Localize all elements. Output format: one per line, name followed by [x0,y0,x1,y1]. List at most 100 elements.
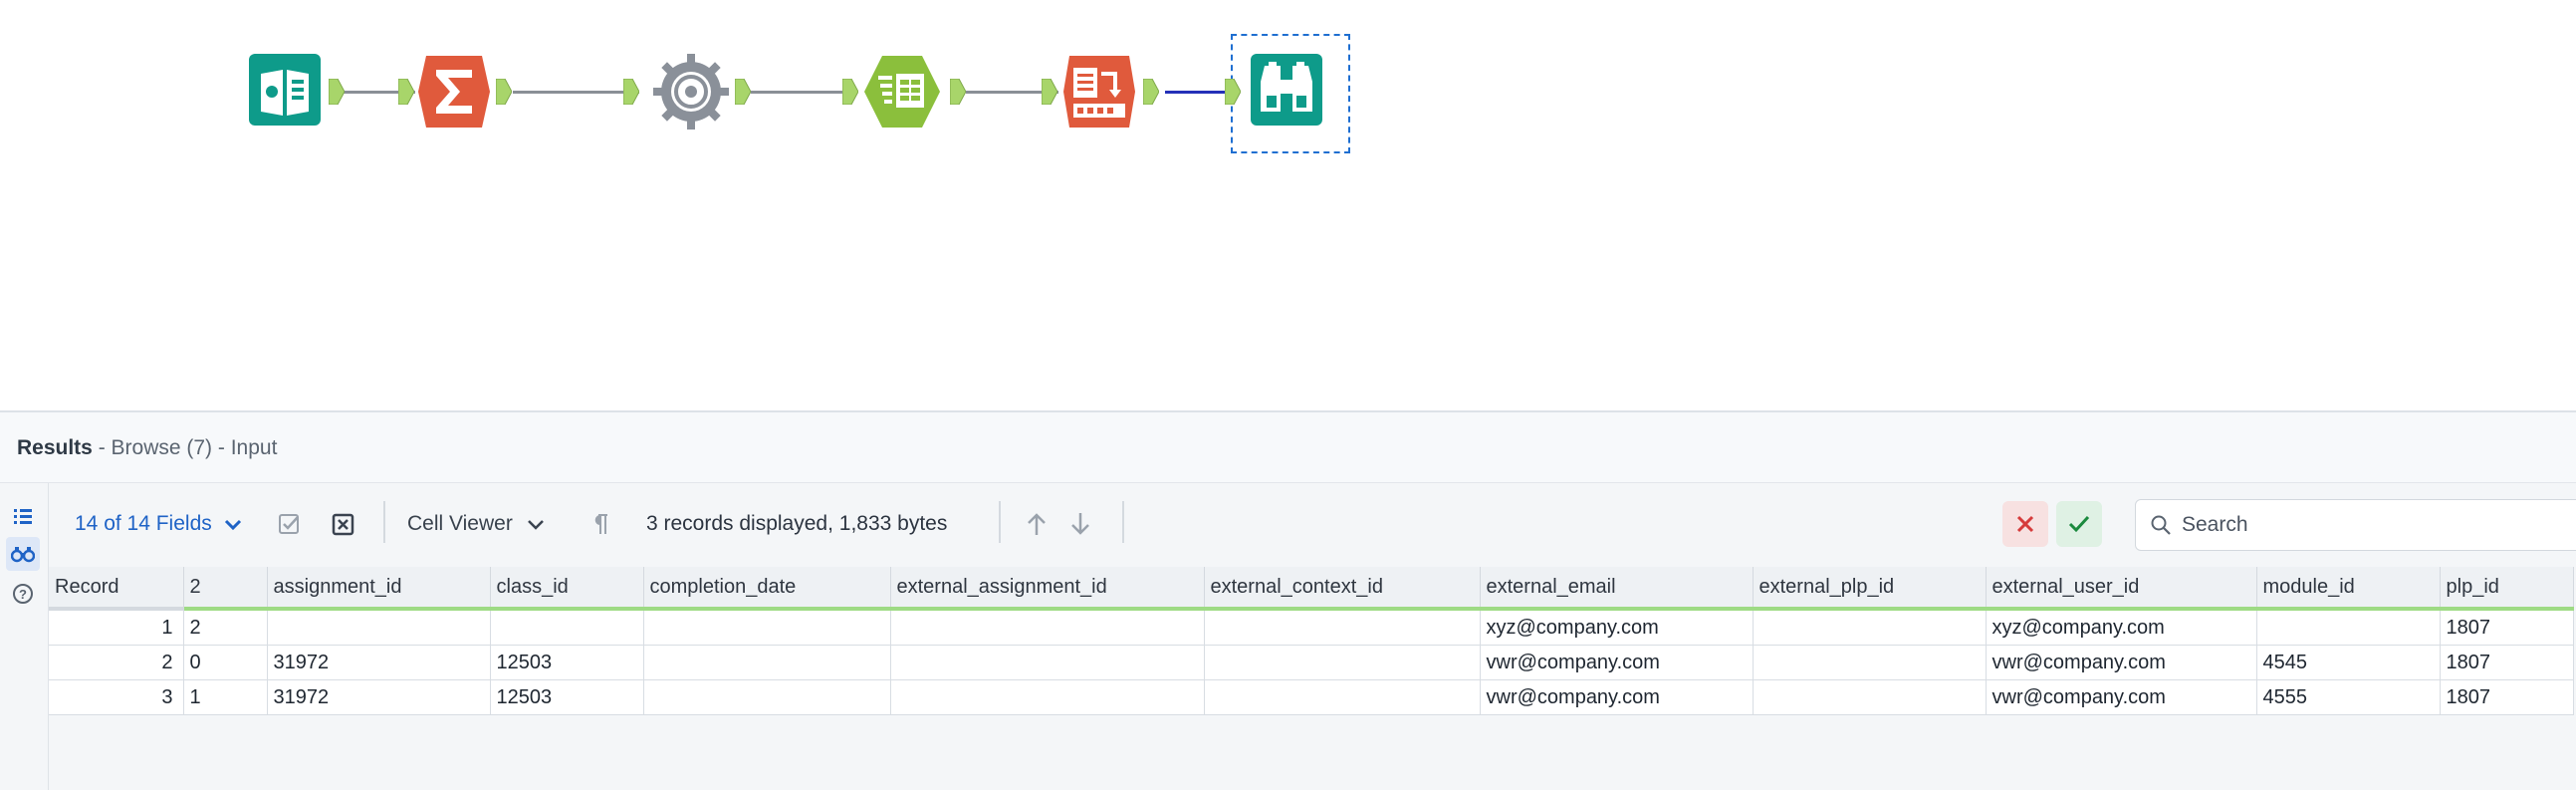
search-icon [2151,515,2171,535]
table-row[interactable]: 1 2 xyz@company.com xyz@company.com 1807 [49,609,2574,646]
table-cell[interactable] [2256,609,2441,646]
sigma-icon [418,56,490,128]
results-subtitle: - Browse (7) - Input [92,436,278,459]
connection-2[interactable] [513,91,639,94]
table-cell[interactable]: vwr@company.com [1480,679,1754,715]
column-header[interactable]: external_context_id [1204,567,1481,611]
input-anchor-2[interactable] [398,79,414,105]
table-cell[interactable] [1204,645,1481,680]
table-cell[interactable] [643,679,891,715]
column-header[interactable]: completion_date [643,567,891,611]
table-cell[interactable]: vwr@company.com [1986,645,2257,680]
fields-dropdown[interactable]: 14 of 14 Fields [75,505,244,543]
table-cell[interactable] [890,609,1205,646]
table-cell[interactable]: xyz@company.com [1480,609,1754,646]
connection-3[interactable] [751,91,855,94]
table-cell[interactable]: 1807 [2440,645,2574,680]
table-cell[interactable]: 12503 [490,679,644,715]
input-anchor-5[interactable] [1042,79,1057,105]
list-view-button[interactable] [6,499,40,533]
column-header[interactable]: external_email [1480,567,1754,611]
deselect-all-button[interactable] [332,505,355,543]
column-header[interactable]: 2 [183,567,268,611]
transpose-tool[interactable] [1059,52,1139,132]
table-cell[interactable] [1753,645,1987,680]
record-number-cell[interactable]: 3 [49,679,184,715]
table-row[interactable]: 3 1 31972 12503 vwr@company.com vwr@comp… [49,679,2574,715]
table-cell[interactable] [1204,609,1481,646]
column-header[interactable]: external_plp_id [1753,567,1987,611]
reject-button[interactable] [2002,501,2048,547]
search-box[interactable] [2135,499,2576,551]
gear-icon [653,54,729,130]
summarize-tool[interactable] [414,52,494,132]
output-anchor-2[interactable] [496,79,512,105]
generate-tool[interactable] [651,52,731,132]
record-number-cell[interactable]: 1 [49,609,184,646]
column-header[interactable]: module_id [2256,567,2441,611]
table-cell[interactable] [490,609,644,646]
column-header[interactable]: Record [49,567,184,611]
column-header[interactable]: class_id [490,567,644,611]
table-cell[interactable] [890,679,1205,715]
table-cell[interactable]: vwr@company.com [1480,645,1754,680]
table-cell[interactable]: 31972 [267,645,491,680]
table-row[interactable]: 2 0 31972 12503 vwr@company.com vwr@comp… [49,645,2574,680]
search-input[interactable] [2180,512,2562,538]
table-cell[interactable] [890,645,1205,680]
table-cell[interactable] [1204,679,1481,715]
chevron-down-icon [224,519,241,531]
record-number-cell[interactable]: 2 [49,645,184,680]
table-cell[interactable]: 0 [183,645,268,680]
output-anchor-5[interactable] [1143,79,1159,105]
book-icon [249,54,321,126]
table-cell[interactable]: 1807 [2440,609,2574,646]
output-anchor-1[interactable] [329,79,345,105]
table-cell[interactable] [643,609,891,646]
browse-tool[interactable] [1249,52,1328,132]
output-anchor-3[interactable] [735,79,751,105]
input-anchor-4[interactable] [842,79,858,105]
results-title: Results - Browse (7) - Input [17,436,277,460]
column-header[interactable]: external_assignment_id [890,567,1205,611]
column-header[interactable]: assignment_id [267,567,491,611]
list-icon [14,509,32,524]
pilcrow-button[interactable] [590,505,610,543]
table-cell[interactable]: vwr@company.com [1986,679,2257,715]
connection-5-selected[interactable] [1165,91,1227,94]
toolbar-divider [1122,501,1124,543]
table-cell[interactable]: 12503 [490,645,644,680]
help-button[interactable]: ? [6,577,40,611]
arrow-up-icon [1028,513,1046,535]
workflow-canvas[interactable] [0,0,2576,410]
scroll-down-button[interactable] [1068,505,1092,543]
table-cell[interactable]: 4555 [2256,679,2441,715]
output-anchor-4[interactable] [950,79,966,105]
table-cell[interactable]: xyz@company.com [1986,609,2257,646]
fields-label: 14 of 14 Fields [75,512,212,535]
table-cell[interactable]: 1 [183,679,268,715]
input-anchor-6[interactable] [1225,79,1241,105]
table-cell[interactable] [267,609,491,646]
data-table: Record 2 assignment_id class_id completi… [49,567,2574,715]
table-cell[interactable] [1753,679,1987,715]
help-icon: ? [13,584,33,604]
table-cell[interactable]: 4545 [2256,645,2441,680]
table-cell[interactable] [643,645,891,680]
column-header[interactable]: external_user_id [1986,567,2257,611]
table-cell[interactable]: 2 [183,609,268,646]
browse-view-button[interactable] [6,537,40,571]
cell-viewer-dropdown[interactable]: Cell Viewer [407,505,547,543]
table-cell[interactable]: 1807 [2440,679,2574,715]
accept-button[interactable] [2056,501,2102,547]
chevron-down-icon [527,520,544,530]
column-header[interactable]: plp_id [2440,567,2574,611]
results-grid[interactable]: Record 2 assignment_id class_id completi… [49,567,2576,790]
scroll-up-button[interactable] [1025,505,1049,543]
table-cell[interactable] [1753,609,1987,646]
input-data-tool[interactable] [247,52,327,132]
input-anchor-3[interactable] [623,79,639,105]
select-tool[interactable] [862,52,942,132]
select-all-button[interactable] [278,505,302,543]
table-cell[interactable]: 31972 [267,679,491,715]
